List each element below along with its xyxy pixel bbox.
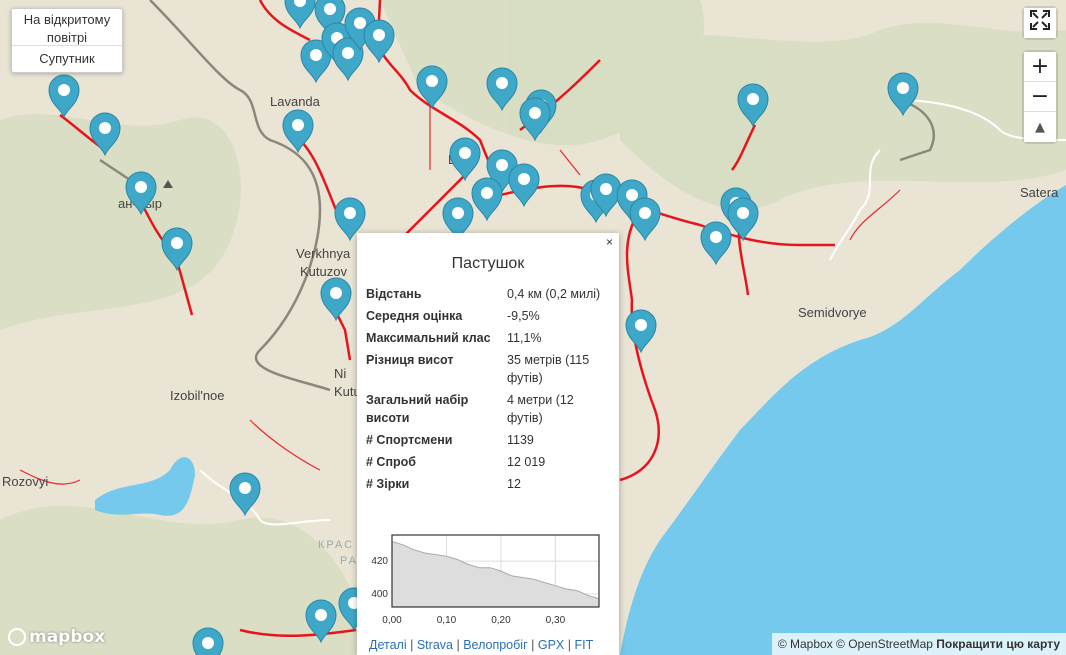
stat-row: # Спроб 12 019: [366, 455, 546, 469]
label-kras: КРАС: [318, 539, 354, 551]
elevation-area: [391, 540, 600, 608]
stat-row: Загальний набір висоти 4 метри (12 футів): [366, 393, 574, 425]
x-tick-label: 0,00: [382, 615, 402, 626]
segment-links: Деталі | Strava | Велопробіг | GPX | FIT: [369, 638, 594, 652]
compass-button[interactable]: ▲: [1024, 112, 1056, 142]
segment-popup: × Пастушок Відстань 0,4 км (0,2 милі) Сер…: [357, 233, 619, 655]
elevation-profile-chart: 0,00 0,10 0,20 0,30 420 400: [371, 534, 600, 626]
mapbox-logo[interactable]: mapbox: [8, 627, 105, 647]
gpx-link[interactable]: GPX: [538, 638, 564, 652]
mapbox-logo-icon: [8, 628, 26, 646]
zoom-out-button[interactable]: −: [1024, 82, 1056, 112]
label-izobilnoe: Izobil'noe: [170, 388, 225, 403]
layer-outdoor-option[interactable]: На відкритому повітрі: [12, 9, 122, 46]
stat-row: Максимальний клас 11,1%: [366, 331, 542, 345]
stat-row: # Спортсмени 1139: [366, 433, 534, 447]
fit-link[interactable]: FIT: [574, 638, 593, 652]
stat-row: Різниця висот 35 метрів (115 футів): [366, 353, 590, 385]
popup-close-button[interactable]: ×: [606, 235, 613, 249]
label-kutuzova: Kutuzov: [300, 264, 347, 279]
fullscreen-icon: [1030, 10, 1050, 30]
segment-stats: Відстань 0,4 км (0,2 милі) Середня оцінка…: [366, 283, 611, 495]
label-rozovyi: Rozovyi: [2, 474, 48, 489]
compass-icon: ▲: [1035, 119, 1045, 135]
stat-row: Відстань 0,4 км (0,2 милі): [366, 287, 601, 301]
label-lavanda: Lavanda: [270, 94, 321, 109]
x-tick-label: 0,20: [491, 615, 511, 626]
map-style-switcher: На відкритому повітрі Супутник: [11, 8, 123, 73]
attribution: © Mapbox © OpenStreetMap Покращити цю ка…: [771, 633, 1066, 655]
fullscreen-button[interactable]: [1024, 8, 1056, 38]
zoom-control: + − ▲: [1024, 52, 1056, 142]
stat-row: # Зірки 12: [366, 477, 521, 491]
label-verkhnya: Verkhnya: [296, 246, 351, 261]
x-tick-label: 0,10: [437, 615, 457, 626]
label-satera: Satera: [1020, 185, 1059, 200]
x-tick-label: 0,30: [546, 615, 566, 626]
segment-marker[interactable]: [192, 627, 224, 655]
y-tick-label: 420: [371, 556, 388, 567]
fullscreen-control: [1024, 8, 1056, 38]
velo-link[interactable]: Велопробіг: [463, 638, 527, 652]
label-ra: РА: [340, 555, 358, 567]
stat-row: Середня оцінка -9,5%: [366, 309, 540, 323]
y-tick-label: 400: [371, 589, 388, 600]
label-semidvorye: Semidvorye: [798, 305, 867, 320]
zoom-in-button[interactable]: +: [1024, 52, 1056, 82]
segment-title: Пастушок: [451, 255, 525, 272]
osm-attribution-link[interactable]: © OpenStreetMap: [836, 637, 933, 651]
mapbox-attribution-link[interactable]: © Mapbox: [778, 637, 833, 651]
layer-satellite-option[interactable]: Супутник: [12, 46, 122, 72]
label-nizh: Ni: [334, 366, 346, 381]
strava-link[interactable]: Strava: [417, 638, 453, 652]
details-link[interactable]: Деталі: [369, 638, 407, 652]
improve-map-link[interactable]: Покращити цю карту: [936, 637, 1060, 651]
